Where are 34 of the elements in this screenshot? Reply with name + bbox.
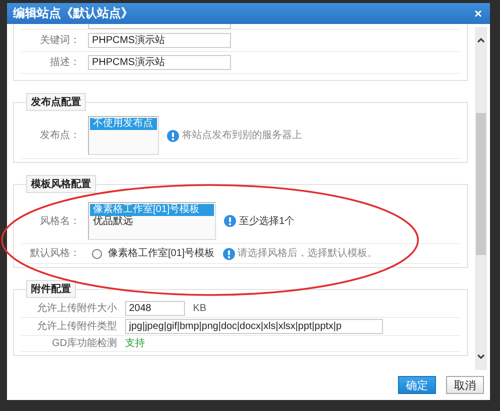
close-button[interactable]: × <box>474 6 482 21</box>
section-title: 附件配置 <box>26 280 76 298</box>
scrollbar[interactable] <box>475 27 487 370</box>
field-label: 关键词： <box>39 34 80 47</box>
scroll-up-icon[interactable] <box>477 37 485 43</box>
window-title: 编辑站点《默认站点》 <box>13 5 133 22</box>
info-icon <box>167 130 179 142</box>
field-label: 风格名： <box>39 214 80 228</box>
input-field[interactable]: PHPCMS演示站 <box>88 33 231 48</box>
radio-button[interactable] <box>92 248 102 258</box>
field-label: 默认风格： <box>29 247 80 260</box>
radio-label[interactable]: 像素格工作室[01]号模板 <box>108 247 215 260</box>
list-box[interactable]: 像素格工作室[01]号模板 优品默远 <box>88 202 216 240</box>
scroll-down-icon[interactable] <box>477 354 485 360</box>
hint-text: 至少选择1个 <box>239 214 295 228</box>
field-label: 允许上传附件类型 <box>36 320 117 333</box>
info-icon <box>222 248 235 260</box>
hint-text: 将站点发布到别的服务器上 <box>182 129 302 142</box>
field-label: 描述： <box>49 56 80 69</box>
field-label: 发布点： <box>39 129 80 142</box>
scroll-thumb[interactable] <box>476 113 486 255</box>
cancel-button[interactable]: 取消 <box>446 376 484 394</box>
input-field[interactable]: PHPCMS演示站 <box>88 55 231 70</box>
field-label: 允许上传附件大小 <box>36 302 117 315</box>
unit-label: KB <box>193 302 206 315</box>
input-field[interactable]: jpg|jpeg|gif|bmp|png|doc|docx|xls|xlsx|ppt|pptx|p <box>125 319 383 334</box>
info-icon <box>224 215 236 227</box>
field-label: GD库功能检测 <box>51 337 117 350</box>
hint-text: 请选择风格后，选择默认模板。 <box>238 247 378 260</box>
section-title: 模板风格配置 <box>26 175 96 193</box>
list-option[interactable]: 优品默远 <box>90 216 214 228</box>
section-title: 发布点配置 <box>26 93 86 111</box>
status-text: 支持 <box>125 337 145 350</box>
input-field[interactable]: 2048 <box>125 301 185 316</box>
